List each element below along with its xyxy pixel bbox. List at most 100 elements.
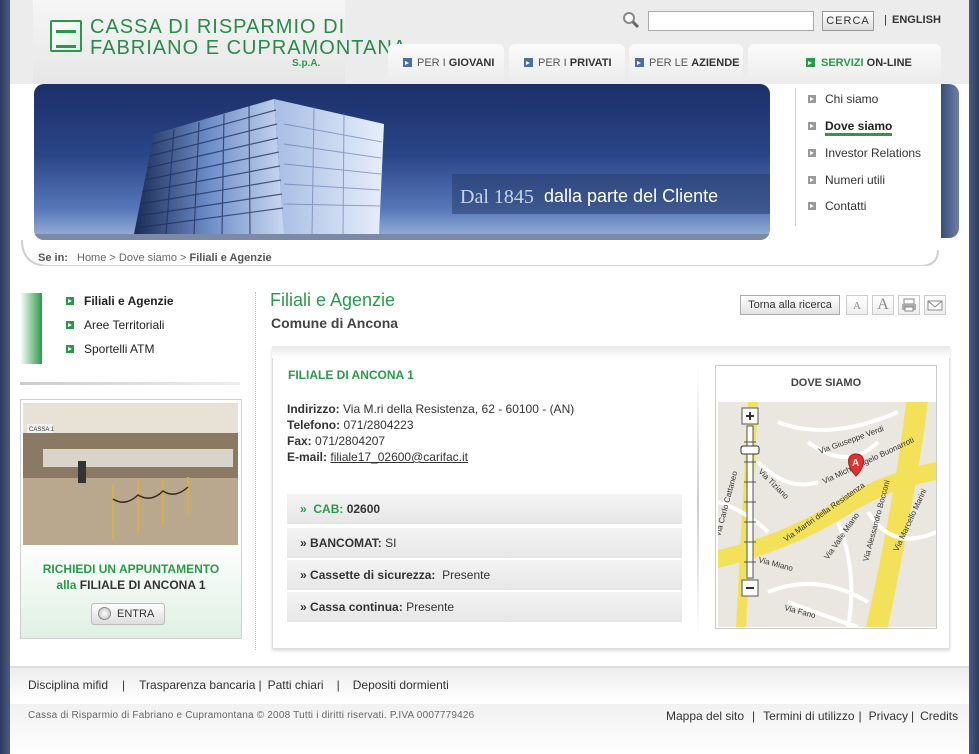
font-larger-icon[interactable]: A (872, 295, 894, 315)
address-row: Indirizzo: Via M.ri della Resistenza, 62… (287, 402, 574, 416)
page-title: Filiali e Agenzie (270, 290, 396, 310)
tab-label: GIOVANI (448, 57, 495, 69)
logo-line1: CASSA DI RISPARMIO DI (90, 16, 346, 38)
tab-prefix: PER LE (649, 57, 692, 69)
print-icon[interactable] (898, 295, 920, 315)
column-divider (255, 292, 256, 650)
copyright: Cassa di Risparmio di Fabriano e Cupramo… (28, 710, 475, 721)
hero-banner (34, 84, 770, 240)
footer-link-mifid[interactable]: Disciplina mifid (28, 678, 108, 692)
right-menu-chi-siamo[interactable]: Chi siamo (808, 92, 878, 106)
arrow-icon (808, 122, 816, 130)
phone-row: Telefono: 071/2804223 (287, 418, 414, 432)
breadcrumb-sep: > (106, 252, 119, 264)
right-menu-panel (795, 84, 941, 238)
arrow-icon (808, 202, 816, 210)
fax-row: Fax: 071/2804207 (287, 434, 385, 448)
radio-icon (98, 607, 111, 620)
search-input[interactable] (648, 11, 814, 31)
hero-year: Dal 1845 (460, 186, 534, 208)
services-bold: SERVIZI (821, 57, 864, 69)
footer-link-mappa[interactable]: Mappa del sito (666, 709, 744, 723)
tab-privati[interactable]: PER I PRIVATI (509, 44, 625, 84)
card-divider (697, 366, 699, 636)
tab-label: AZIENDE (691, 57, 740, 69)
bullet: » (300, 568, 307, 582)
breadcrumb-sep: > (176, 252, 190, 264)
right-menu-label: Dove siamo (825, 119, 893, 136)
entra-button[interactable]: ENTRA (91, 603, 165, 625)
arrow-icon (808, 176, 816, 184)
bullet: » (300, 502, 307, 516)
cassette-row: » Cassette di sicurezza: Presente (287, 560, 682, 590)
breadcrumb-label: Se in: (38, 252, 68, 264)
arrow-icon (808, 149, 816, 157)
tab-prefix: PER I (417, 57, 449, 69)
footer-link-termini[interactable]: Termini di utilizzo (763, 709, 854, 723)
left-menu-filiali[interactable]: Filiali e Agenzie (66, 294, 174, 308)
left-menu-atm[interactable]: Sportelli ATM (66, 342, 154, 356)
left-menu-label: Filiali e Agenzie (84, 294, 174, 308)
logo-mark-icon (50, 20, 82, 52)
right-menu-investor[interactable]: Investor Relations (808, 146, 921, 160)
fax-value: 071/2804207 (315, 434, 386, 448)
search-icon (623, 12, 640, 29)
breadcrumb-home[interactable]: Home (77, 252, 106, 264)
search-button[interactable]: CERCA (822, 11, 874, 31)
footer-link-credits[interactable]: Credits (920, 709, 958, 723)
breadcrumb: Home > Dove siamo > Filiali e Agenzie (77, 252, 272, 264)
right-menu-numeri[interactable]: Numeri utili (808, 173, 885, 187)
arrow-icon (524, 58, 533, 67)
bancomat-row: » BANCOMAT: SI (287, 528, 682, 558)
email-label: E-mail: (287, 450, 328, 464)
arrow-icon (66, 297, 74, 305)
footer-link-depositi[interactable]: Depositi dormienti (353, 678, 449, 692)
left-menu-divider (20, 382, 240, 385)
tab-giovani[interactable]: PER I GIOVANI (388, 44, 504, 84)
cassa-label: Cassa continua: (310, 600, 403, 614)
footer-links: Disciplina mifid | Trasparenza bancaria | Pa… (28, 678, 449, 692)
breadcrumb-dove-siamo[interactable]: Dove siamo (119, 252, 177, 264)
cassa-value: Presente (406, 600, 455, 614)
email-link[interactable]: filiale17_02600@carifac.it (330, 450, 468, 464)
tab-prefix: PER I (538, 57, 570, 69)
logo-spa: S.p.A. (292, 58, 321, 69)
promo-branch: FILIALE DI ANCONA 1 (79, 578, 206, 592)
branch-interior-image: CASSA 1 (23, 403, 238, 545)
map-title: DOVE SIAMO (790, 377, 862, 389)
footer-link-privacy[interactable]: Privacy (869, 709, 908, 723)
font-smaller-icon[interactable]: A (846, 295, 868, 315)
cab-row: » CAB: 02600 (287, 494, 682, 524)
street-map: Via Giuseppe Verdi Via Michelangelo Buon… (718, 402, 936, 627)
arrow-icon (403, 58, 412, 67)
tab-servizi-online[interactable]: SERVIZI ON-LINE (748, 44, 941, 84)
left-menu-stripe (20, 293, 42, 364)
footer-right-links: Mappa del sito | Termini di utilizzo | Priva… (666, 709, 959, 723)
address-value: Via M.ri della Resistenza, 62 - 60100 - … (343, 402, 575, 416)
branch-name: FILIALE DI ANCONA 1 (288, 368, 414, 382)
breadcrumb-current: Filiali e Agenzie (189, 252, 272, 264)
promo-prefix: alla (56, 578, 80, 592)
tab-aziende[interactable]: PER LE AZIENDE (629, 44, 743, 84)
promo-subtitle: alla FILIALE DI ANCONA 1 (20, 578, 242, 592)
fax-label: Fax: (287, 434, 312, 448)
footer-link-patti[interactable]: Patti chiari (268, 678, 324, 692)
cassa-sign: CASSA 1 (29, 427, 55, 433)
hero-slogan: dalla parte del Cliente (544, 186, 719, 206)
left-menu-aree[interactable]: Aree Territoriali (66, 318, 164, 332)
email-icon[interactable] (924, 295, 946, 315)
footer-link-trasparenza[interactable]: Trasparenza bancaria (139, 678, 255, 692)
cassette-label: Cassette di sicurezza: (310, 568, 436, 582)
right-menu-contatti[interactable]: Contatti (808, 199, 866, 213)
bancomat-label: BANCOMAT: (310, 536, 382, 550)
right-menu-divider (795, 88, 796, 226)
page-subtitle: Comune di Ancona (271, 315, 399, 331)
back-to-search-button[interactable]: Torna alla ricerca (740, 295, 840, 315)
cab-value: 02600 (346, 502, 381, 516)
separator: | (884, 14, 887, 26)
english-link[interactable]: ENGLISH (892, 14, 941, 26)
right-menu-dove-siamo[interactable]: Dove siamo (808, 119, 893, 136)
branch-photo: CASSA 1 (23, 403, 238, 545)
phone-label: Telefono: (287, 418, 341, 432)
map[interactable]: Via Giuseppe Verdi Via Michelangelo Buon… (718, 402, 936, 627)
